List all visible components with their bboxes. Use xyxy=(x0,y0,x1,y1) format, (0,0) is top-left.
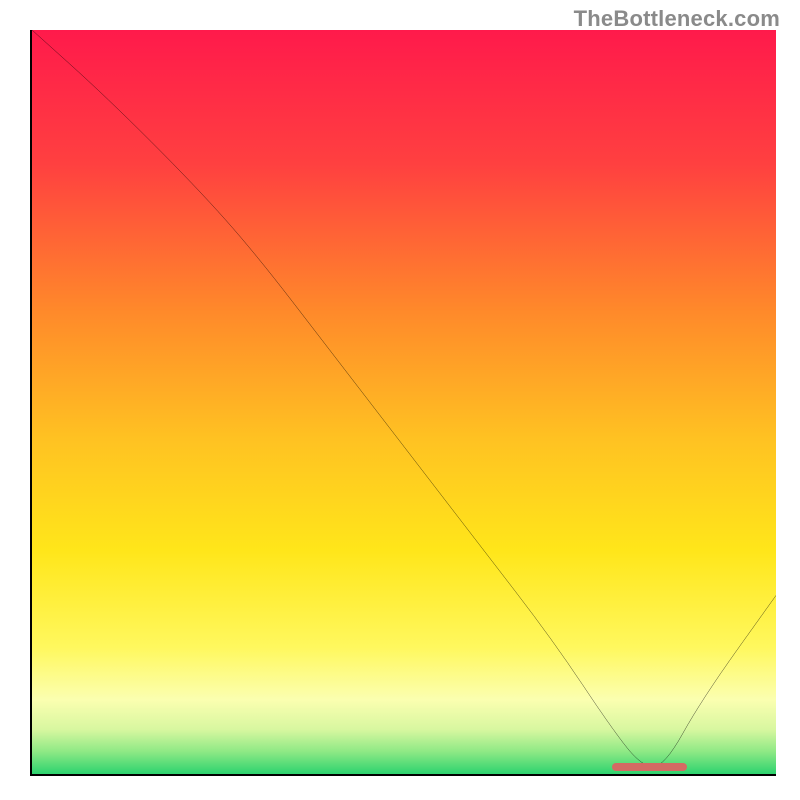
plot-area xyxy=(30,30,776,776)
chart-frame: TheBottleneck.com xyxy=(0,0,800,800)
optimum-range-marker xyxy=(612,763,686,771)
watermark-text: TheBottleneck.com xyxy=(574,6,780,32)
bottleneck-curve xyxy=(32,30,776,774)
